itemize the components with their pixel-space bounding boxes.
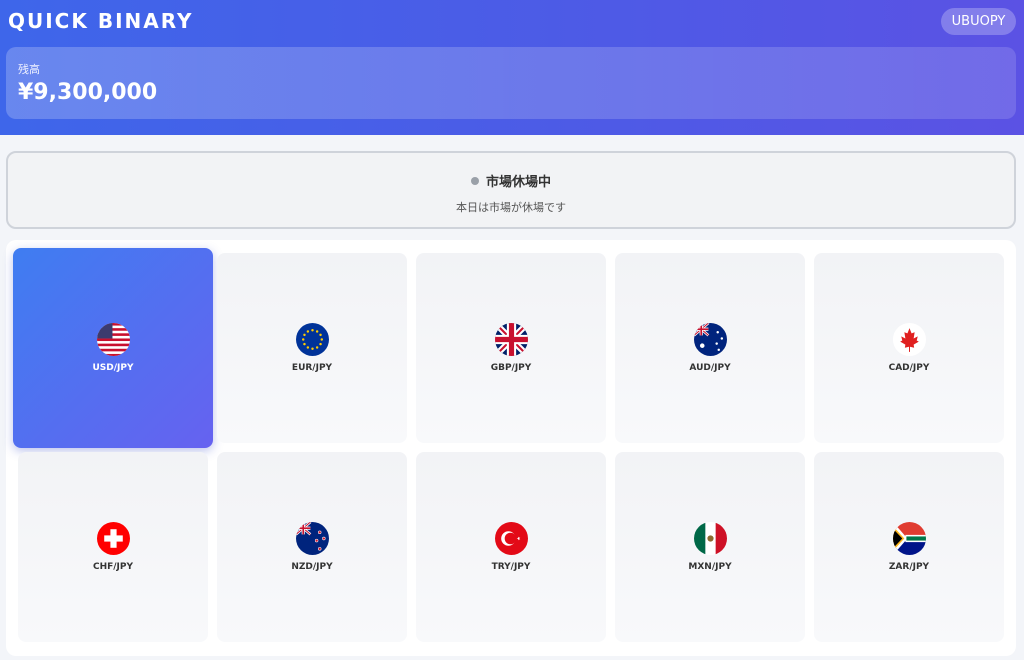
pair-tile-usd-jpy[interactable]: USD/JPY: [13, 248, 213, 448]
turkey-flag-icon: [494, 522, 528, 555]
pair-tile-gbp-jpy[interactable]: GBP/JPY: [416, 253, 606, 443]
pair-label: ZAR/JPY: [888, 562, 930, 572]
status-dot-icon: [470, 177, 479, 185]
canada-flag-icon: [892, 323, 926, 356]
market-status-subtitle: 本日は市場が休場です: [456, 201, 566, 214]
eu-flag-icon: [295, 323, 329, 356]
pair-tile-try-jpy[interactable]: TRY/JPY: [416, 452, 606, 642]
app-logo: QUICK BINARY: [8, 9, 194, 33]
market-status-heading: 市場休場中: [8, 171, 1014, 190]
pair-label: MXN/JPY: [688, 562, 732, 572]
south-africa-flag-icon: [892, 522, 926, 555]
market-status-panel: 市場休場中 本日は市場が休場です: [6, 151, 1016, 229]
market-status-title: 市場休場中: [485, 175, 551, 190]
new-zealand-flag-icon: [295, 522, 329, 555]
pair-label: TRY/JPY: [491, 562, 531, 572]
pair-tile-eur-jpy[interactable]: EUR/JPY: [217, 253, 407, 443]
pair-tile-chf-jpy[interactable]: CHF/JPY: [18, 452, 208, 642]
mexico-flag-icon: [693, 522, 727, 555]
balance-label: 残高: [18, 63, 40, 76]
uk-flag-icon: [494, 323, 528, 356]
pair-label: AUD/JPY: [689, 363, 731, 373]
pair-label: GBP/JPY: [490, 363, 532, 373]
user-account-button[interactable]: UBUOPY: [941, 8, 1016, 35]
pair-tile-cad-jpy[interactable]: CAD/JPY: [814, 253, 1004, 443]
balance-card: 残高 ¥9,300,000: [6, 47, 1016, 119]
pair-tile-zar-jpy[interactable]: ZAR/JPY: [814, 452, 1004, 642]
switzerland-flag-icon: [96, 522, 130, 555]
pair-label: NZD/JPY: [291, 562, 333, 572]
pair-label: CAD/JPY: [888, 363, 930, 373]
currency-pair-grid: USD/JPY EUR/JPY GBP/JPY AUD/JPY CAD/JPY …: [6, 240, 1016, 656]
pair-label: EUR/JPY: [291, 363, 333, 373]
app-header: QUICK BINARY UBUOPY 残高 ¥9,300,000: [0, 0, 1024, 135]
pair-tile-mxn-jpy[interactable]: MXN/JPY: [615, 452, 805, 642]
pair-label: USD/JPY: [92, 363, 134, 373]
australia-flag-icon: [693, 323, 727, 356]
pair-tile-aud-jpy[interactable]: AUD/JPY: [615, 253, 805, 443]
balance-value: ¥9,300,000: [18, 80, 158, 105]
pair-tile-nzd-jpy[interactable]: NZD/JPY: [217, 452, 407, 642]
pair-label: CHF/JPY: [92, 562, 134, 572]
usa-flag-icon: [96, 323, 130, 356]
